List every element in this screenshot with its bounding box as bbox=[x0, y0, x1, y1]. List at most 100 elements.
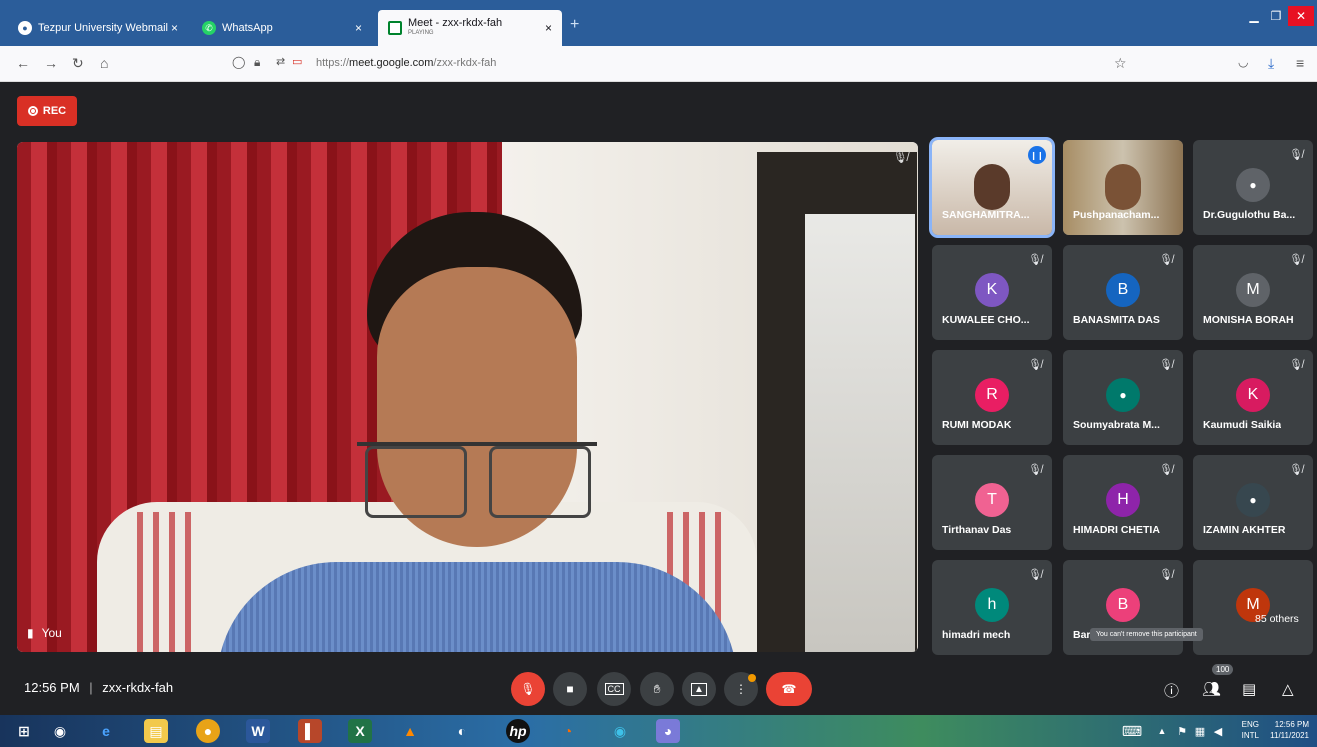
participant-tile[interactable]: R 🎙︎̸ RUMI MODAK bbox=[932, 350, 1052, 445]
edge-icon[interactable]: ◉ bbox=[608, 719, 632, 743]
minimize-button[interactable]: ▁ bbox=[1242, 6, 1266, 26]
start-windows-icon[interactable]: ⊞ bbox=[12, 719, 36, 743]
camera-toggle-button[interactable]: ■ bbox=[553, 672, 587, 706]
powerpoint-icon[interactable]: ▌ bbox=[298, 719, 322, 743]
door-background bbox=[757, 152, 917, 652]
avatar: ● bbox=[1236, 483, 1270, 517]
participant-tile[interactable]: K 🎙︎̸ KUWALEE CHO... bbox=[932, 245, 1052, 340]
avatar: B bbox=[1106, 273, 1140, 307]
info-icon[interactable]: ⓘ bbox=[1164, 680, 1179, 701]
participant-tile[interactable]: ● 🎙︎̸ IZAMIN AKHTER bbox=[1193, 455, 1313, 550]
close-window-button[interactable]: ✕ bbox=[1288, 6, 1314, 26]
meet-icon bbox=[388, 21, 402, 35]
more-vert-icon: ⋮ bbox=[735, 682, 747, 696]
permissions-icon[interactable]: ⇄ bbox=[276, 55, 285, 68]
participant-name: Bar bbox=[1073, 629, 1091, 641]
captions-button[interactable]: CC bbox=[597, 672, 631, 706]
people-icon[interactable]: 👥︎ bbox=[1202, 680, 1221, 698]
meeting-controls-bar: 12:56 PM | zxx-rkdx-fah 🎙︎ ■ CC ✋︎ ▲ ⋮ ☎… bbox=[0, 664, 1317, 714]
task-view-icon[interactable]: ◉ bbox=[48, 719, 72, 743]
firefox-icon[interactable]: ◕ bbox=[656, 719, 680, 743]
close-icon[interactable]: × bbox=[171, 21, 178, 35]
shield-icon[interactable]: ◯ bbox=[232, 55, 245, 69]
participant-name: himadri mech bbox=[942, 629, 1011, 641]
participant-tile[interactable]: ● 🎙︎̸ Dr.Gugulothu Ba... bbox=[1193, 140, 1313, 235]
back-icon[interactable]: ← bbox=[16, 55, 30, 71]
participant-tile[interactable]: Pushpanacham... bbox=[1063, 140, 1183, 235]
self-name: You bbox=[41, 626, 62, 640]
participant-tile[interactable]: H 🎙︎̸ HIMADRI CHETIA bbox=[1063, 455, 1183, 550]
url-bar[interactable]: https://meet.google.com/zxx-rkdx-fah bbox=[316, 57, 496, 69]
participant-name: IZAMIN AKHTER bbox=[1203, 524, 1286, 536]
rec-label: REC bbox=[42, 105, 67, 117]
app-icon-2[interactable]: ◔ bbox=[556, 719, 580, 743]
avatar: ● bbox=[1236, 168, 1270, 202]
participant-name: BANASMITA DAS bbox=[1073, 314, 1160, 326]
participant-name: Tirthanav Das bbox=[942, 524, 1012, 536]
clock[interactable]: 12:56 PM 11/11/2021 bbox=[1270, 719, 1309, 741]
close-icon[interactable]: × bbox=[545, 21, 552, 35]
tab-meet[interactable]: Meet - zxx-rkdx-fah PLAYING × bbox=[378, 10, 562, 46]
ie-icon[interactable]: e bbox=[94, 719, 118, 743]
forward-icon[interactable]: → bbox=[44, 55, 58, 71]
language-indicator[interactable]: ENG INTL bbox=[1242, 719, 1259, 741]
participant-tile[interactable]: ❙❙ SANGHAMITRA... bbox=[929, 137, 1055, 238]
close-icon[interactable]: × bbox=[355, 21, 362, 35]
whatsapp-icon: ✆ bbox=[202, 21, 216, 35]
tab-label: Tezpur University Webmail bbox=[38, 22, 169, 34]
clock-date: 11/11/2021 bbox=[1270, 731, 1309, 740]
mic-off-icon: 🎙︎̸ bbox=[1289, 254, 1303, 266]
file-explorer-icon[interactable]: ▤ bbox=[144, 719, 168, 743]
excel-icon[interactable]: X bbox=[348, 719, 372, 743]
mic-off-icon: 🎙︎̸ bbox=[892, 150, 908, 164]
activities-icon[interactable]: △ bbox=[1282, 680, 1294, 698]
home-icon[interactable]: ⌂ bbox=[100, 55, 108, 71]
raise-hand-button[interactable]: ✋︎ bbox=[640, 672, 674, 706]
download-icon[interactable]: ⤓ bbox=[1268, 55, 1274, 72]
participant-tile[interactable]: K 🎙︎̸ Kaumudi Saikia bbox=[1193, 350, 1313, 445]
chrome-icon[interactable]: ● bbox=[196, 719, 220, 743]
bookmark-star-icon[interactable]: ☆ bbox=[1114, 55, 1127, 72]
browser-tab-bar: ● Tezpur University Webmail × ✆ WhatsApp… bbox=[0, 0, 1317, 46]
participant-tile[interactable]: ● 🎙︎̸ Soumyabrata M... bbox=[1063, 350, 1183, 445]
vlc-icon[interactable]: ▲ bbox=[398, 719, 422, 743]
participant-tile[interactable]: M 🎙︎̸ MONISHA BORAH bbox=[1193, 245, 1313, 340]
mic-off-icon: 🎙︎̸ bbox=[1159, 254, 1173, 266]
browser-nav-bar: ← → ↻ ⌂ ◯ 🔒︎ ⇄ ▭ https://meet.google.com… bbox=[0, 46, 1317, 82]
participant-name: 85 others bbox=[1255, 613, 1299, 625]
meeting-time: 12:56 PM bbox=[24, 680, 80, 695]
participant-tile[interactable]: h 🎙︎̸ himadri mech bbox=[932, 560, 1052, 655]
camera-sharing-icon[interactable]: ▭ bbox=[292, 55, 302, 68]
avatar: K bbox=[1236, 378, 1270, 412]
mic-off-icon: 🎙︎̸ bbox=[1289, 149, 1303, 161]
recording-indicator[interactable]: REC bbox=[17, 96, 77, 126]
more-options-button[interactable]: ⋮ bbox=[724, 672, 758, 706]
lock-icon[interactable]: 🔒︎ bbox=[254, 55, 260, 70]
participant-tile[interactable]: B 🎙︎̸ BANASMITA DAS bbox=[1063, 245, 1183, 340]
mic-off-icon: 🎙︎̸ bbox=[1028, 254, 1042, 266]
app-icon[interactable]: ◐ bbox=[450, 719, 474, 743]
tab-webmail[interactable]: ● Tezpur University Webmail × bbox=[8, 10, 188, 46]
volume-icon[interactable]: ◀︎ bbox=[1206, 719, 1230, 743]
hp-icon[interactable]: hp bbox=[506, 719, 530, 743]
participant-tile[interactable]: M 85 others bbox=[1193, 560, 1313, 655]
new-tab-button[interactable]: + bbox=[570, 16, 579, 34]
pocket-icon[interactable]: ◡ bbox=[1238, 55, 1248, 69]
participant-tile[interactable]: T 🎙︎̸ Tirthanav Das bbox=[932, 455, 1052, 550]
avatar: h bbox=[975, 588, 1009, 622]
mic-off-icon: 🎙︎̸ bbox=[1159, 464, 1173, 476]
keyboard-icon[interactable]: ⌨ bbox=[1118, 719, 1146, 743]
restore-button[interactable]: ❐ bbox=[1266, 6, 1286, 26]
mic-toggle-button[interactable]: 🎙︎ bbox=[511, 672, 545, 706]
reload-icon[interactable]: ↻ bbox=[72, 55, 84, 72]
menu-icon[interactable]: ≡ bbox=[1296, 55, 1304, 71]
present-button[interactable]: ▲ bbox=[682, 672, 716, 706]
tab-whatsapp[interactable]: ✆ WhatsApp × bbox=[192, 10, 372, 46]
chat-icon[interactable]: ▤ bbox=[1242, 680, 1256, 698]
speaking-indicator-icon: ❙❙ bbox=[1028, 146, 1046, 164]
participant-name: HIMADRI CHETIA bbox=[1073, 524, 1160, 536]
leave-call-button[interactable]: ☎︎ bbox=[766, 672, 812, 706]
word-icon[interactable]: W bbox=[246, 719, 270, 743]
main-video[interactable]: 🎙︎̸ ▮ You bbox=[17, 142, 918, 652]
meeting-info: 12:56 PM | zxx-rkdx-fah bbox=[24, 680, 173, 695]
